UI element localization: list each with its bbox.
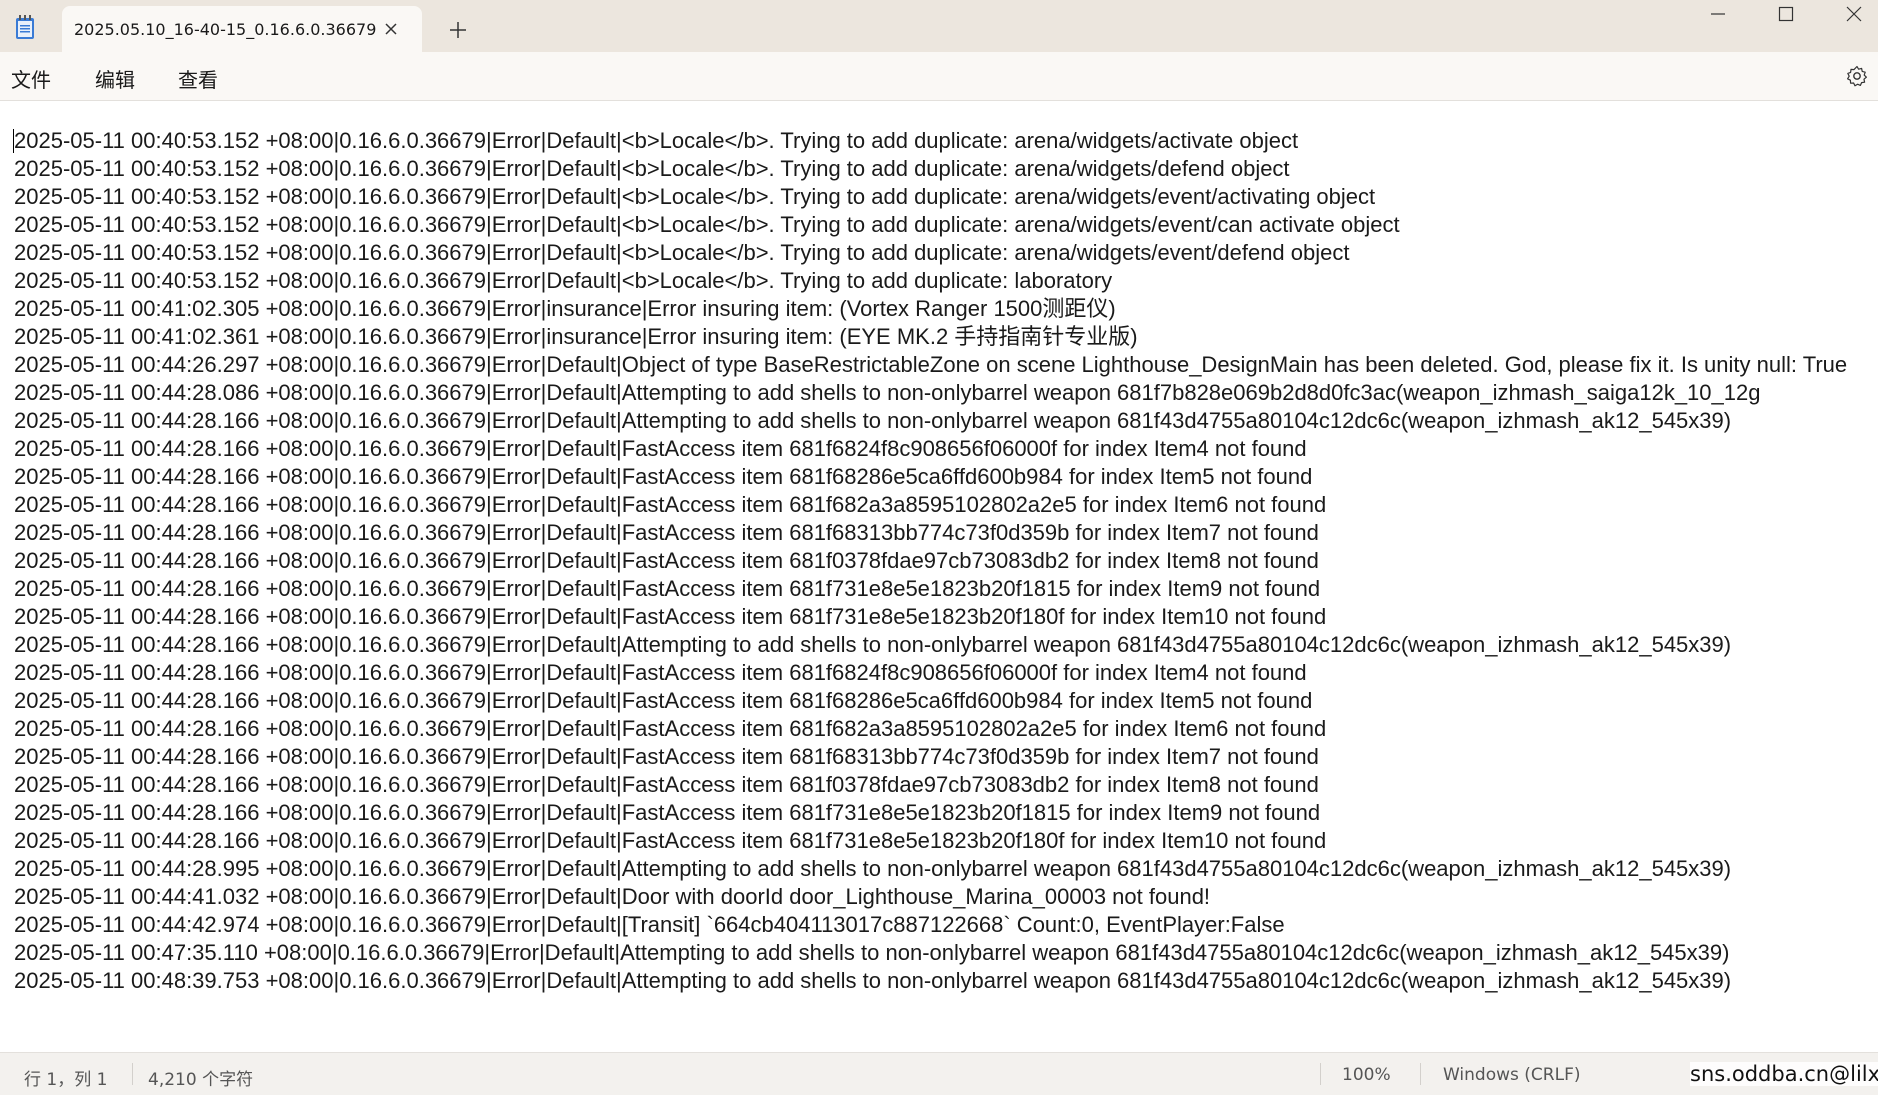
log-line: 2025-05-11 00:44:28.166 +08:00|0.16.6.0.… — [14, 800, 1321, 825]
log-line: 2025-05-11 00:44:28.166 +08:00|0.16.6.0.… — [14, 548, 1319, 573]
log-line: 2025-05-11 00:48:39.753 +08:00|0.16.6.0.… — [14, 968, 1732, 993]
log-line: 2025-05-11 00:44:28.166 +08:00|0.16.6.0.… — [14, 744, 1319, 769]
status-divider — [1320, 1063, 1321, 1085]
log-line: 2025-05-11 00:44:28.166 +08:00|0.16.6.0.… — [14, 828, 1327, 853]
minimize-button[interactable] — [1690, 0, 1746, 40]
log-line: 2025-05-11 00:44:42.974 +08:00|0.16.6.0.… — [14, 912, 1285, 937]
status-divider — [1420, 1063, 1421, 1085]
log-line: 2025-05-11 00:44:28.166 +08:00|0.16.6.0.… — [14, 576, 1321, 601]
log-line: 2025-05-11 00:41:02.361 +08:00|0.16.6.0.… — [14, 324, 1138, 349]
log-line: 2025-05-11 00:44:26.297 +08:00|0.16.6.0.… — [14, 352, 1848, 377]
log-line: 2025-05-11 00:44:28.166 +08:00|0.16.6.0.… — [14, 632, 1732, 657]
log-line: 2025-05-11 00:40:53.152 +08:00|0.16.6.0.… — [14, 156, 1290, 181]
log-line: 2025-05-11 00:44:28.166 +08:00|0.16.6.0.… — [14, 660, 1307, 685]
plus-icon[interactable] — [446, 18, 470, 42]
minimize-icon — [1711, 13, 1725, 15]
log-line: 2025-05-11 00:44:28.166 +08:00|0.16.6.0.… — [14, 604, 1327, 629]
maximize-button[interactable] — [1758, 0, 1814, 40]
cursor-position[interactable]: 行 1，列 1 — [24, 1065, 107, 1090]
log-line: 2025-05-11 00:44:28.166 +08:00|0.16.6.0.… — [14, 408, 1732, 433]
log-line: 2025-05-11 00:40:53.152 +08:00|0.16.6.0.… — [14, 128, 1299, 153]
menu-view[interactable]: 查看 — [178, 64, 218, 93]
close-window-button[interactable] — [1826, 0, 1878, 40]
log-line: 2025-05-11 00:47:35.110 +08:00|0.16.6.0.… — [14, 940, 1730, 965]
title-bar: 2025.05.10_16-40-15_0.16.6.0.36679 — [0, 0, 1878, 52]
editor-content[interactable]: 2025-05-11 00:40:53.152 +08:00|0.16.6.0.… — [14, 127, 1876, 995]
log-line: 2025-05-11 00:44:28.166 +08:00|0.16.6.0.… — [14, 716, 1327, 741]
log-line: 2025-05-11 00:44:28.166 +08:00|0.16.6.0.… — [14, 772, 1319, 797]
notepad-icon — [14, 14, 36, 40]
log-line: 2025-05-11 00:40:53.152 +08:00|0.16.6.0.… — [14, 212, 1400, 237]
zoom-level[interactable]: 100% — [1342, 1065, 1391, 1085]
watermark-text: sns.oddba.cn@lilx — [1690, 1062, 1878, 1086]
status-bar: 行 1，列 1 4,210 个字符 100% Windows (CRLF) — [0, 1052, 1878, 1095]
line-ending[interactable]: Windows (CRLF) — [1443, 1065, 1581, 1085]
log-line: 2025-05-11 00:44:28.166 +08:00|0.16.6.0.… — [14, 688, 1313, 713]
character-count: 4,210 个字符 — [148, 1070, 254, 1090]
log-line: 2025-05-11 00:40:53.152 +08:00|0.16.6.0.… — [14, 268, 1113, 293]
log-line: 2025-05-11 00:44:28.995 +08:00|0.16.6.0.… — [14, 856, 1732, 881]
gear-icon[interactable] — [1845, 64, 1869, 88]
menu-edit[interactable]: 编辑 — [95, 64, 135, 93]
log-line: 2025-05-11 00:44:28.166 +08:00|0.16.6.0.… — [14, 464, 1313, 489]
tab-title: 2025.05.10_16-40-15_0.16.6.0.36679 — [74, 20, 377, 39]
status-divider — [132, 1063, 133, 1085]
text-editor[interactable]: 2025-05-11 00:40:53.152 +08:00|0.16.6.0.… — [0, 101, 1878, 1051]
log-line: 2025-05-11 00:44:28.166 +08:00|0.16.6.0.… — [14, 520, 1319, 545]
log-line: 2025-05-11 00:44:28.166 +08:00|0.16.6.0.… — [14, 492, 1327, 517]
log-line: 2025-05-11 00:44:41.032 +08:00|0.16.6.0.… — [14, 884, 1211, 909]
log-line: 2025-05-11 00:41:02.305 +08:00|0.16.6.0.… — [14, 296, 1116, 321]
menu-file[interactable]: 文件 — [11, 64, 51, 93]
log-line: 2025-05-11 00:40:53.152 +08:00|0.16.6.0.… — [14, 184, 1376, 209]
log-line: 2025-05-11 00:44:28.166 +08:00|0.16.6.0.… — [14, 436, 1307, 461]
log-line: 2025-05-11 00:40:53.152 +08:00|0.16.6.0.… — [14, 240, 1350, 265]
log-line: 2025-05-11 00:44:28.086 +08:00|0.16.6.0.… — [14, 380, 1761, 405]
maximize-icon — [1778, 6, 1794, 22]
close-icon[interactable] — [380, 18, 402, 40]
menu-bar: 文件 编辑 查看 — [0, 52, 1878, 101]
tab-active-file[interactable]: 2025.05.10_16-40-15_0.16.6.0.36679 — [62, 6, 422, 52]
close-icon — [1846, 6, 1862, 22]
